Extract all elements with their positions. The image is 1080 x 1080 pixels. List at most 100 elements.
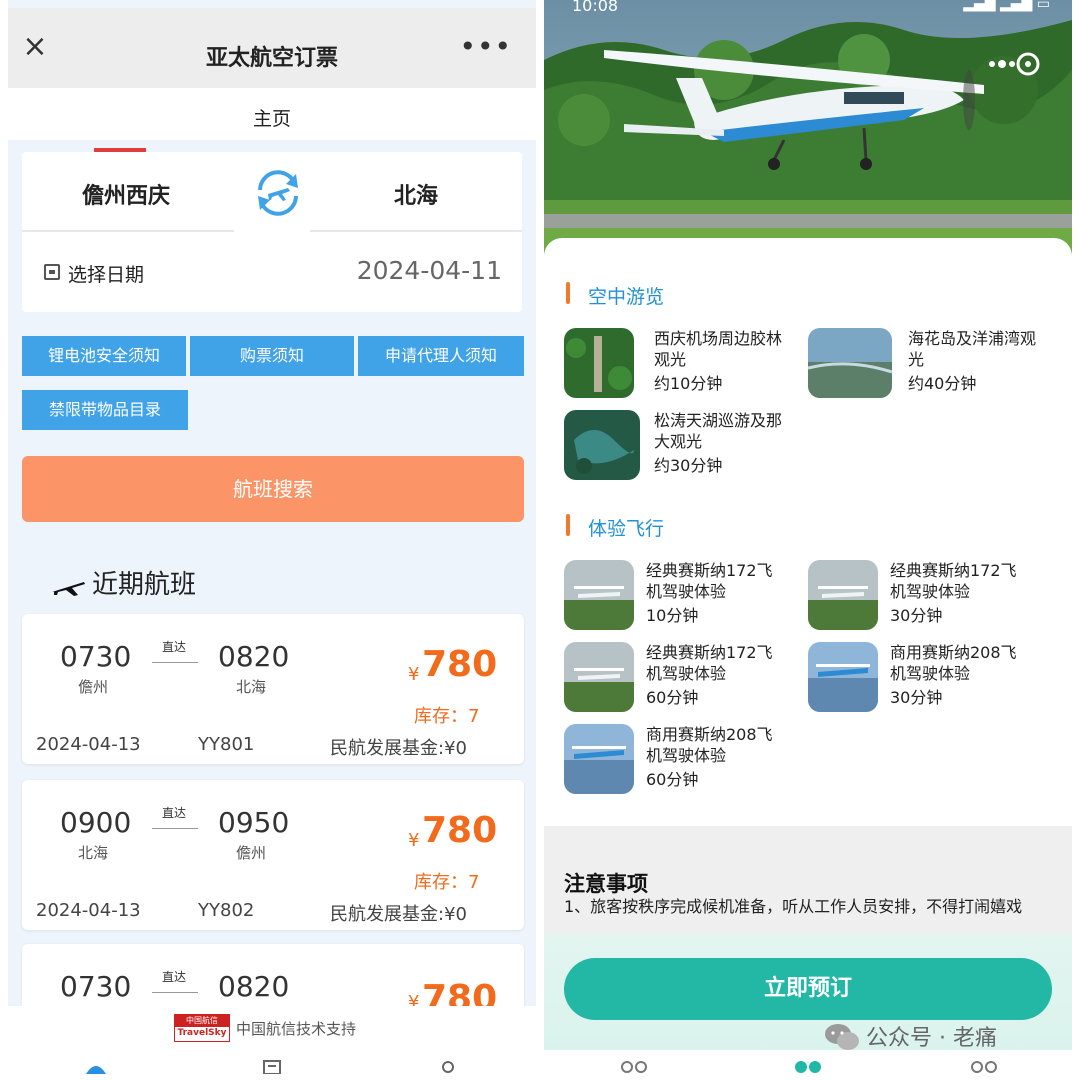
stock: 库存：7 [414, 872, 480, 893]
arrival-time: 0820 [218, 640, 290, 673]
flight-card[interactable]: 0730 直达 0820 ¥ 780 [22, 944, 524, 1014]
tab-icon-active[interactable] [794, 1060, 822, 1074]
direct-label: 直达 [162, 970, 187, 984]
divider [310, 230, 522, 232]
direct-label: 直达 [162, 806, 187, 820]
experience-item[interactable]: 商用赛斯纳208飞机驾驶体验 60分钟 [564, 724, 804, 798]
mini-program-capsule[interactable] [922, 48, 1042, 84]
home-icon[interactable] [86, 1060, 106, 1074]
notice-prohibited-button[interactable]: 禁限带物品目录 [22, 390, 188, 430]
route-card: 儋州西庆 北海 选择日期 2024-04-11 [22, 148, 522, 312]
departure-time: 0900 [60, 806, 132, 839]
notice-ticket-button[interactable]: 购票须知 [190, 336, 354, 376]
calendar-icon [44, 264, 60, 280]
page-title: 亚太航空订票 [205, 46, 338, 71]
arrival-time: 0820 [218, 970, 290, 1003]
footer-text: 中国航信技术支持 [236, 1020, 357, 1038]
flight-date: 2024-04-13 [36, 734, 141, 755]
arrival-city[interactable]: 北海 [394, 178, 438, 210]
tour-duration: 约30分钟 [654, 456, 723, 475]
footer: 中国航信 TravelSky 中国航信技术支持 [8, 1006, 536, 1050]
experience-thumbnail [808, 560, 878, 630]
section-marker [566, 514, 570, 536]
tour-thumbnail [808, 328, 892, 398]
product-card: 空中游览 西庆机场周边胶林观光 约10分钟 海花岛及洋浦湾观光 约40分钟 松涛… [544, 238, 1072, 828]
price: 780 [422, 644, 498, 685]
departure-city: 北海 [78, 844, 109, 862]
hero-plane-photo [544, 0, 1072, 255]
notice-agent-button[interactable]: 申请代理人须知 [358, 336, 524, 376]
experience-duration: 60分钟 [646, 770, 699, 789]
logo-top-text: 中国航信 [175, 1015, 229, 1027]
flight-card[interactable]: 0730 儋州 直达 0820 北海 ¥ 780 库存：7 2024-04-13… [22, 614, 524, 764]
airplane-icon [52, 582, 85, 596]
date-label[interactable]: 选择日期 [68, 260, 144, 287]
swap-cities-icon[interactable] [250, 164, 306, 220]
experience-duration: 30分钟 [890, 606, 943, 625]
experience-thumbnail [564, 642, 634, 712]
logo-bottom-text: TravelSky [177, 1028, 227, 1038]
tab-icon[interactable] [620, 1060, 648, 1074]
status-time: 10:08 [572, 0, 619, 15]
flight-code: YY802 [198, 900, 255, 921]
tour-thumbnail [564, 328, 634, 398]
experience-thumbnail [564, 724, 634, 794]
experience-name: 经典赛斯纳172飞机驾驶体验 [646, 643, 773, 683]
watermark-text: 公众号 · 老痛 [866, 1026, 997, 1051]
tour-name: 松涛天湖巡游及那大观光 [654, 411, 783, 451]
screenshot-root: × 亚太航空订票 ••• 主页 儋州西庆 北海 选择日期 2024-04-11 [0, 0, 1080, 1080]
more-icon[interactable]: ••• [459, 30, 512, 63]
tour-item[interactable]: 松涛天湖巡游及那大观光 约30分钟 [564, 410, 804, 484]
tour-thumbnail [564, 410, 640, 480]
tours-panel: 10:08 ▂▄▆ ▂▄▆ ▭ 空中游览 西庆机场周边胶林观光 约10分钟 海花… [544, 0, 1072, 1080]
currency-symbol: ¥ [408, 830, 420, 851]
experience-item[interactable]: 经典赛斯纳172飞机驾驶体验 10分钟 [564, 560, 804, 634]
tab-icon[interactable] [970, 1060, 998, 1074]
departure-city: 儋州 [78, 678, 109, 696]
watermark: 公众号 · 老痛 [820, 1016, 1072, 1056]
bottom-nav [8, 1050, 536, 1080]
flight-search-button[interactable]: 航班搜索 [22, 456, 524, 522]
subtab-bar: 主页 [8, 88, 536, 140]
active-indicator [94, 148, 146, 152]
flight-card[interactable]: 0900 北海 直达 0950 儋州 ¥ 780 库存：7 2024-04-13… [22, 780, 524, 930]
flight-code: YY801 [198, 734, 255, 755]
tab-home[interactable]: 主页 [8, 104, 536, 131]
orders-icon[interactable] [262, 1060, 282, 1074]
experience-thumbnail [808, 642, 878, 712]
departure-time: 0730 [60, 970, 132, 1003]
experience-item[interactable]: 经典赛斯纳172飞机驾驶体验 60分钟 [564, 642, 804, 716]
tour-name: 西庆机场周边胶林观光 [654, 329, 783, 369]
departure-time: 0730 [60, 640, 132, 673]
tour-duration: 约10分钟 [654, 374, 723, 393]
arrival-time: 0950 [218, 806, 290, 839]
route-arrow [152, 662, 198, 663]
experience-name: 经典赛斯纳172飞机驾驶体验 [646, 561, 773, 601]
departure-city[interactable]: 儋州西庆 [82, 178, 170, 210]
stock: 库存：7 [414, 706, 480, 727]
experience-item[interactable]: 经典赛斯纳172飞机驾驶体验 30分钟 [808, 560, 1048, 634]
tour-item[interactable]: 海花岛及洋浦湾观光 约40分钟 [808, 328, 1048, 402]
currency-symbol: ¥ [408, 664, 420, 685]
section-marker [566, 282, 570, 304]
tour-duration: 约40分钟 [908, 374, 977, 393]
tour-item[interactable]: 西庆机场周边胶林观光 约10分钟 [564, 328, 804, 402]
price: 780 [422, 810, 498, 851]
experience-item[interactable]: 商用赛斯纳208飞机驾驶体验 30分钟 [808, 642, 1048, 716]
notice-battery-button[interactable]: 锂电池安全须知 [22, 336, 186, 376]
book-now-button[interactable]: 立即预订 [564, 958, 1052, 1020]
notes-title: 注意事项 [564, 872, 648, 896]
date-value[interactable]: 2024-04-11 [357, 256, 502, 285]
recent-flights-title: 近期航班 [92, 570, 197, 600]
travelsky-logo: 中国航信 TravelSky [174, 1014, 230, 1042]
experience-duration: 30分钟 [890, 688, 943, 707]
experience-name: 商用赛斯纳208飞机驾驶体验 [646, 725, 773, 765]
profile-icon[interactable] [438, 1060, 458, 1074]
experience-name: 经典赛斯纳172飞机驾驶体验 [890, 561, 1017, 601]
flight-date: 2024-04-13 [36, 900, 141, 921]
section-title-sightseeing: 空中游览 [588, 286, 665, 308]
divider [22, 230, 234, 232]
arrival-city: 儋州 [236, 844, 267, 862]
arrival-city: 北海 [236, 678, 267, 696]
development-fund: 民航发展基金:¥0 [330, 904, 467, 925]
